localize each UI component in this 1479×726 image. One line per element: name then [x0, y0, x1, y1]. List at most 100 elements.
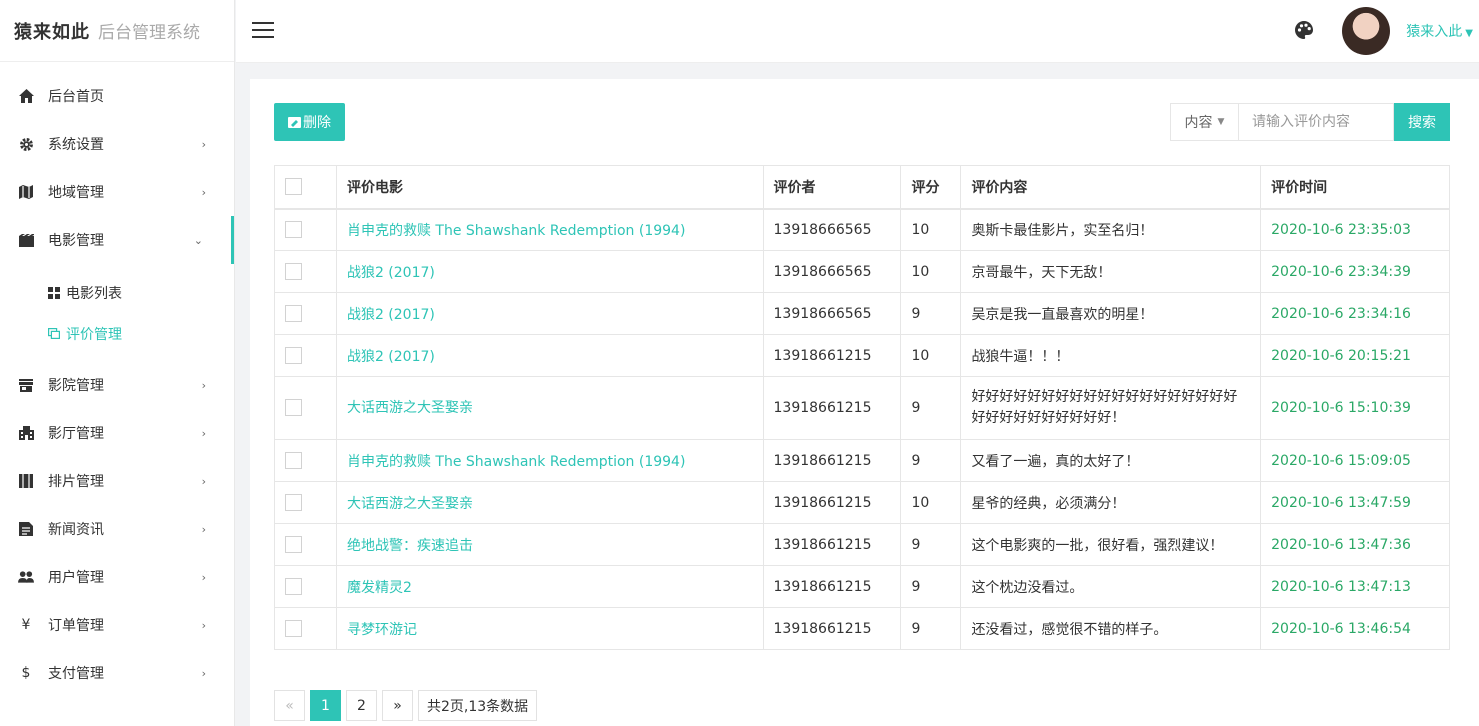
row-checkbox[interactable]	[285, 347, 302, 364]
row-checkbox[interactable]	[285, 494, 302, 511]
avatar[interactable]	[1342, 7, 1390, 55]
sidebar-item-region[interactable]: 地域管理 ›	[0, 168, 234, 216]
sidebar-item-orders[interactable]: ¥ 订单管理 ›	[0, 601, 234, 649]
review-movie-link[interactable]: 战狼2 (2017)	[335, 250, 764, 293]
row-select-cell	[274, 292, 337, 335]
comment-icon	[48, 327, 60, 340]
review-user: 13918661215	[762, 334, 902, 377]
review-user: 13918666565	[762, 292, 902, 335]
pagination: « 1 2 » 共2页,13条数据	[274, 690, 542, 721]
chevron-right-icon: ›	[201, 570, 206, 584]
chevron-right-icon: ›	[201, 378, 206, 392]
sidebar-subitem-movie-list[interactable]: 电影列表	[0, 272, 234, 313]
review-score: 9	[900, 439, 962, 482]
palette-icon[interactable]	[1295, 21, 1315, 41]
prev-page-button[interactable]: «	[274, 690, 305, 721]
table-row: 大话西游之大圣娶亲 13918661215 9 好好好好好好好好好好好好好好好好好好好…	[274, 376, 1450, 440]
user-menu[interactable]: 猿来入此 ▼	[1406, 21, 1473, 41]
row-select-cell	[274, 523, 337, 566]
column-header[interactable]: 评价时间	[1260, 165, 1450, 209]
page-button-1[interactable]: 1	[310, 690, 341, 721]
review-movie-link[interactable]: 寻梦环游记	[335, 607, 764, 650]
sidebar-item-label: 订单管理	[48, 618, 104, 634]
row-select-cell	[274, 439, 337, 482]
search-type-select[interactable]: 内容 ▼	[1170, 103, 1239, 141]
review-user: 13918666565	[762, 208, 902, 251]
sidebar: 猿来如此 后台管理系统 后台首页 系统设置 › 地域管理 › 电影管理 ⌄ 电影…	[0, 0, 235, 726]
gear-icon	[18, 136, 34, 152]
review-movie-link[interactable]: 战狼2 (2017)	[335, 292, 764, 335]
review-movie-link[interactable]: 大话西游之大圣娶亲	[335, 376, 764, 440]
sidebar-menu: 后台首页 系统设置 › 地域管理 › 电影管理 ⌄	[0, 72, 234, 264]
search-button[interactable]: 搜索	[1394, 103, 1450, 141]
sidebar-item-label: 支付管理	[48, 666, 104, 682]
review-score: 9	[900, 565, 962, 608]
row-checkbox[interactable]	[285, 536, 302, 553]
review-time: 2020-10-6 13:47:36	[1260, 523, 1450, 566]
row-checkbox[interactable]	[285, 221, 302, 239]
table-row: 肖申克的救赎 The Shawshank Redemption (1994) 13…	[274, 208, 1450, 251]
search-input[interactable]	[1239, 103, 1394, 141]
row-select-cell	[274, 481, 337, 524]
chevron-right-icon: ›	[201, 666, 206, 680]
brand-system-name: 后台管理系统	[98, 23, 200, 43]
column-header[interactable]: 评价电影	[335, 165, 764, 209]
sidebar-item-movies[interactable]: 电影管理 ⌄	[0, 216, 234, 264]
sidebar-item-users[interactable]: 用户管理 ›	[0, 553, 234, 601]
row-checkbox[interactable]	[285, 263, 302, 280]
sidebar-subitem-reviews[interactable]: 评价管理	[0, 313, 234, 354]
sidebar-item-label: 用户管理	[48, 570, 104, 586]
table-row: 绝地战警：疾速追击 13918661215 9 这个电影爽的一批，很好看，强烈建议！ 2…	[274, 523, 1450, 566]
sidebar-item-label: 影厅管理	[48, 426, 104, 442]
column-header[interactable]: 评价内容	[960, 165, 1262, 209]
review-time: 2020-10-6 20:15:21	[1260, 334, 1450, 377]
search-bar: 内容 ▼ 搜索	[1170, 103, 1450, 141]
review-content: 战狼牛逼！！！	[960, 334, 1262, 377]
sidebar-item-halls[interactable]: 影厅管理 ›	[0, 409, 234, 457]
review-movie-link[interactable]: 大话西游之大圣娶亲	[335, 481, 764, 524]
sidebar-item-label: 后台首页	[48, 89, 104, 105]
home-icon	[18, 88, 34, 104]
sidebar-item-label: 系统设置	[48, 137, 104, 153]
review-time: 2020-10-6 23:34:16	[1260, 292, 1450, 335]
review-time: 2020-10-6 23:35:03	[1260, 208, 1450, 251]
review-movie-link[interactable]: 战狼2 (2017)	[335, 334, 764, 377]
sidebar-item-label: 新闻资讯	[48, 522, 104, 538]
review-time: 2020-10-6 13:47:13	[1260, 565, 1450, 608]
sidebar-item-system-settings[interactable]: 系统设置 ›	[0, 120, 234, 168]
row-checkbox[interactable]	[285, 620, 302, 637]
table-row: 战狼2 (2017) 13918666565 10 京哥最牛，天下无敌！ 2020-10…	[274, 250, 1450, 293]
building-icon	[18, 425, 34, 441]
caret-down-icon: ▼	[1217, 117, 1225, 127]
row-checkbox[interactable]	[285, 452, 302, 469]
sidebar-item-cinemas[interactable]: 影院管理 ›	[0, 361, 234, 409]
sidebar-item-home[interactable]: 后台首页	[0, 72, 234, 120]
menu-toggle-icon[interactable]	[252, 22, 274, 38]
table-row: 战狼2 (2017) 13918661215 10 战狼牛逼！！！ 2020-10-6 …	[274, 334, 1450, 377]
review-movie-link[interactable]: 魔发精灵2	[335, 565, 764, 608]
review-movie-link[interactable]: 肖申克的救赎 The Shawshank Redemption (1994)	[335, 208, 764, 251]
row-checkbox[interactable]	[285, 399, 302, 416]
review-movie-link[interactable]: 绝地战警：疾速追击	[335, 523, 764, 566]
sidebar-item-news[interactable]: 新闻资讯 ›	[0, 505, 234, 553]
page-button-2[interactable]: 2	[346, 690, 377, 721]
sidebar-menu-rest: 影院管理 › 影厅管理 › 排片管理 › 新闻资讯 › 用户管理 › ¥ 订单管…	[0, 361, 234, 697]
chevron-right-icon: ›	[201, 474, 206, 488]
next-page-button[interactable]: »	[382, 690, 413, 721]
table-row: 战狼2 (2017) 13918666565 9 吴京是我一直最喜欢的明星！ 2020-…	[274, 292, 1450, 335]
column-header[interactable]: 评分	[900, 165, 962, 209]
news-icon	[18, 521, 34, 537]
review-movie-link[interactable]: 肖申克的救赎 The Shawshank Redemption (1994)	[335, 439, 764, 482]
review-score: 9	[900, 292, 962, 335]
row-checkbox[interactable]	[285, 305, 302, 322]
review-score: 9	[900, 376, 962, 440]
sidebar-item-payments[interactable]: $ 支付管理 ›	[0, 649, 234, 697]
review-user: 13918661215	[762, 523, 902, 566]
row-checkbox[interactable]	[285, 578, 302, 595]
main-panel: 删除 内容 ▼ 搜索 评价电影 评价者 评分 评价内容 评价时间 肖申克的救赎 T…	[250, 79, 1479, 726]
select-all-checkbox[interactable]	[285, 178, 302, 196]
table-header-row: 评价电影 评价者 评分 评价内容 评价时间	[274, 165, 1450, 209]
sidebar-item-scheduling[interactable]: 排片管理 ›	[0, 457, 234, 505]
column-header[interactable]: 评价者	[762, 165, 902, 209]
delete-button[interactable]: 删除	[274, 103, 345, 141]
